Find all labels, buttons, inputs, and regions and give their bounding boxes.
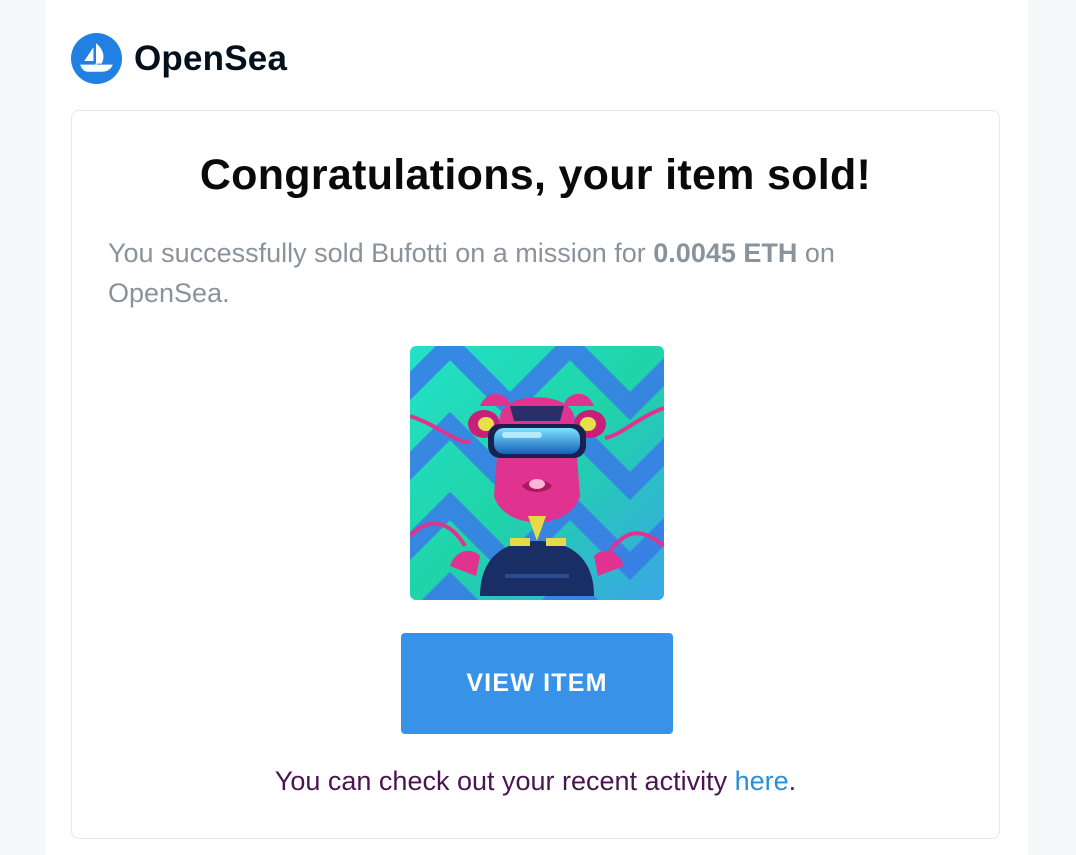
sale-notification-card: Congratulations, your item sold! You suc… bbox=[71, 110, 1000, 839]
brand-name: OpenSea bbox=[134, 39, 288, 78]
headline: Congratulations, your item sold! bbox=[199, 151, 872, 199]
nft-artwork-image[interactable] bbox=[410, 346, 664, 600]
activity-note-end: . bbox=[788, 766, 797, 796]
sale-message-prefix: You successfully sold Bufotti on a missi… bbox=[108, 238, 654, 268]
brand-header: OpenSea bbox=[71, 33, 287, 84]
activity-note: You can check out your recent activity h… bbox=[72, 766, 999, 797]
sale-price: 0.0045 ETH bbox=[653, 238, 798, 268]
view-item-button[interactable]: VIEW ITEM bbox=[401, 633, 673, 734]
recent-activity-link[interactable]: here bbox=[735, 766, 789, 796]
opensea-ship-logo-icon bbox=[71, 33, 122, 84]
activity-note-text: You can check out your recent activity bbox=[274, 766, 735, 796]
sale-message: You successfully sold Bufotti on a missi… bbox=[108, 233, 948, 313]
email-page: OpenSea Congratulations, your item sold!… bbox=[0, 0, 1076, 855]
